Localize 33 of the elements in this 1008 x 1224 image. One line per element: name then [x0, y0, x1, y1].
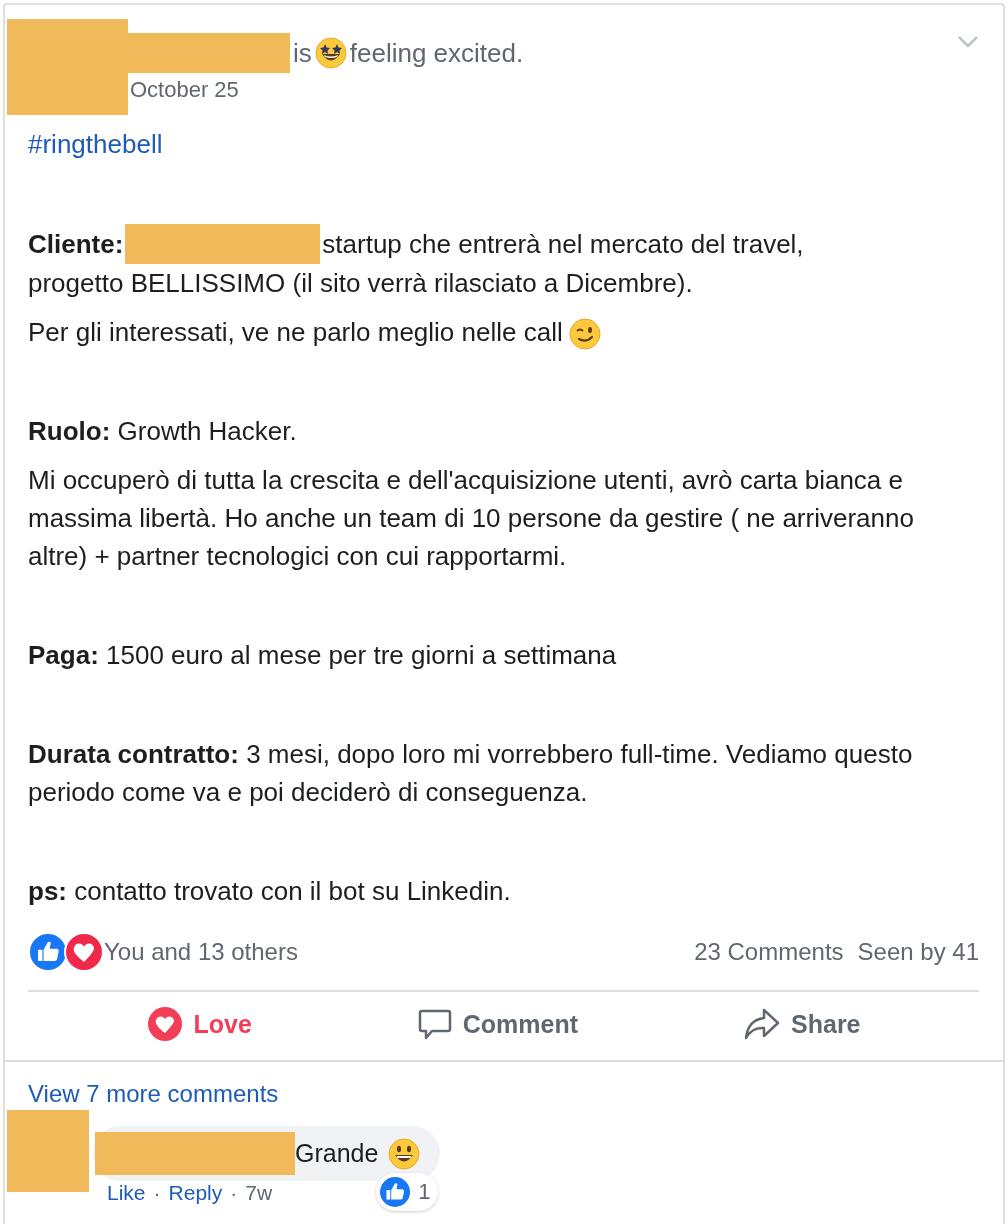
- post-text: ps: contatto trovato con il bot su Linkedin.: [28, 876, 511, 906]
- grinning-face-icon: [388, 1137, 421, 1170]
- reaction-summary[interactable]: You and 13 others: [104, 938, 298, 966]
- post-text: progetto BELLISSIMO (il sito verrà rilasciato a Dicembre).: [28, 267, 694, 300]
- seen-count[interactable]: Seen by 41: [857, 938, 979, 966]
- status-verb: is: [293, 37, 312, 69]
- post-text: Paga: 1500 euro al mese per tre giorni a settimana: [28, 640, 617, 670]
- share-arrow-icon: [743, 1006, 782, 1042]
- comment-count[interactable]: 23 Comments: [694, 938, 844, 966]
- post-text: Mi occuperò di tutta la crescita e dell'acquisizione utenti, avrò carta bianca e massima libertà. Ho anche un team di 10 persone da gestire ( ne arriveranno altre) + partner tecnologici con cui rapportarmi.: [28, 465, 914, 571]
- separator-dot: ·: [153, 1181, 161, 1205]
- comment-button[interactable]: Comment: [396, 1002, 599, 1046]
- comment-link[interactable]: Reply: [168, 1181, 223, 1205]
- reaction-count: 1: [418, 1179, 431, 1205]
- separator-dot: ·: [230, 1181, 238, 1205]
- chevron-down-icon[interactable]: [957, 35, 979, 49]
- post-text: startup che entrerà nel mercato del travel,: [322, 228, 804, 261]
- view-more-comments-link[interactable]: View 7 more comments: [28, 1080, 279, 1108]
- post-text: Ruolo: Growth Hacker.: [28, 416, 297, 446]
- feeling-text: feeling excited.: [349, 37, 524, 69]
- star-eyes-face-icon: [314, 37, 347, 69]
- post-text: Per gli interessati, ve ne parlo meglio nelle call: [28, 317, 563, 347]
- post-date: October 25: [130, 77, 240, 103]
- comment-time: 7w: [245, 1181, 273, 1205]
- thumbs-up-icon: [28, 932, 68, 972]
- post-text: Durata contratto: 3 mesi, dopo loro mi vorrebbero full-time. Vediamo questo periodo come va e poi deciderò di conseguenza.: [28, 739, 913, 807]
- share-button[interactable]: Share: [723, 1002, 881, 1046]
- winking-face-icon: [568, 318, 601, 351]
- love-button[interactable]: Love: [127, 1002, 272, 1046]
- hashtag-link[interactable]: #ringthebell: [28, 129, 163, 159]
- comment-link[interactable]: Like: [107, 1181, 146, 1205]
- comment-text: Grande: [295, 1139, 379, 1168]
- field-label: Cliente:: [28, 228, 124, 261]
